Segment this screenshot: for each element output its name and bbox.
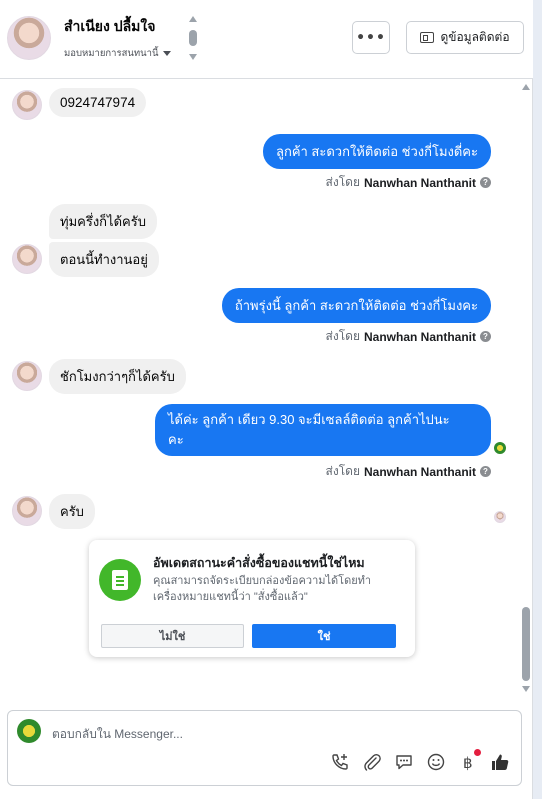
like-icon[interactable] (489, 751, 511, 773)
reply-composer[interactable]: ตอบกลับใน Messenger... ฿ (7, 710, 522, 786)
conversation-panel: สำเนียง ปลื้มใจ มอบหมายการสนทนานี้ ••• ด… (0, 0, 533, 799)
assign-conversation-dropdown[interactable]: มอบหมายการสนทนานี้ (64, 46, 171, 61)
contact-name[interactable]: สำเนียง ปลื้มใจ (64, 16, 155, 38)
header-mini-scrollbar[interactable] (188, 16, 198, 62)
message-line: คะ (168, 432, 184, 447)
message-bubble-incoming[interactable]: 0924747974 (49, 88, 147, 117)
receipt-icon (99, 559, 141, 601)
sent-by-prefix: ส่งโดย (325, 175, 360, 189)
scroll-thumb (189, 30, 197, 46)
message-bubble-incoming[interactable]: ครับ (49, 494, 95, 529)
assign-label: มอบหมายการสนทนานี้ (64, 48, 159, 59)
scroll-up-icon[interactable] (522, 84, 530, 90)
page-avatar (17, 719, 41, 743)
notification-dot (474, 749, 481, 756)
sender-name[interactable]: Nanwhan Nanthanit (364, 176, 476, 190)
help-icon[interactable]: ? (480, 331, 491, 342)
contact-avatar-small[interactable] (12, 361, 42, 391)
view-contact-info-label: ดูข้อมูลติดต่อ (440, 30, 510, 44)
message-bubble-incoming[interactable]: ทุ่มครึ่งก็ได้ครับ (49, 204, 157, 239)
contact-avatar[interactable] (7, 16, 51, 60)
reply-input[interactable]: ตอบกลับใน Messenger... (52, 725, 183, 744)
scroll-down-icon (189, 54, 197, 60)
page-seen-indicator (494, 442, 506, 454)
yes-button[interactable]: ใช่ (252, 624, 396, 648)
sent-by-label: ส่งโดย Nanwhan Nanthanit ? (326, 327, 491, 346)
message-bubble-outgoing[interactable]: ลูกค้า สะดวกให้ติดต่อ ช่วงกี่โมงดี่คะ (262, 134, 491, 169)
contact-card-icon (420, 32, 435, 43)
contact-avatar-small[interactable] (12, 90, 42, 120)
attachment-icon[interactable] (361, 751, 383, 773)
sent-by-label: ส่งโดย Nanwhan Nanthanit ? (326, 462, 491, 481)
sent-by-prefix: ส่งโดย (325, 329, 360, 343)
sent-by-label: ส่งโดย Nanwhan Nanthanit ? (326, 173, 491, 192)
prompt-title: อัพเดตสถานะคำสั่งซื้อของแชทนี้ใช่ไหม (153, 556, 365, 570)
message-bubble-incoming[interactable]: ตอนนี้ทำงานอยู่ (49, 242, 159, 277)
scroll-down-icon[interactable] (522, 686, 530, 692)
help-icon[interactable]: ? (480, 177, 491, 188)
payment-icon[interactable]: ฿ (457, 749, 481, 773)
saved-replies-icon[interactable] (393, 751, 415, 773)
message-bubble-outgoing[interactable]: ถ้าพรุ่งนี้ ลูกค้า สะดวกให้ติดต่อ ช่วงกี… (221, 288, 491, 323)
svg-text:฿: ฿ (463, 754, 473, 772)
conversation-header: สำเนียง ปลื้มใจ มอบหมายการสนทนานี้ ••• ด… (0, 0, 533, 79)
order-status-prompt: อัพเดตสถานะคำสั่งซื้อของแชทนี้ใช่ไหม คุณ… (89, 540, 415, 657)
help-icon[interactable]: ? (480, 466, 491, 477)
caret-down-icon (162, 51, 171, 56)
prompt-body: คุณสามารถจัดระเบียบกล่องข้อความได้โดยทำเ… (153, 575, 372, 603)
scroll-up-icon (189, 16, 197, 22)
sender-name[interactable]: Nanwhan Nanthanit (364, 465, 476, 479)
message-bubble-outgoing[interactable]: ได้ค่ะ ลูกค้า เดียว 9.30 จะมีเซลล์ติดต่อ… (155, 404, 491, 456)
message-bubble-incoming[interactable]: ชักโมงกว่าๆก็ได้ครับ (49, 359, 186, 394)
more-options-button[interactable]: ••• (352, 21, 390, 54)
no-button[interactable]: ไม่ใช่ (101, 624, 244, 648)
composer-toolbar: ฿ (329, 749, 511, 773)
contact-avatar-small[interactable] (12, 244, 42, 274)
view-contact-info-button[interactable]: ดูข้อมูลติดต่อ (406, 21, 524, 54)
contact-seen-indicator (494, 511, 506, 523)
scroll-thumb[interactable] (522, 607, 530, 681)
message-line: ได้ค่ะ ลูกค้า เดียว 9.30 จะมีเซลล์ติดต่อ… (168, 412, 450, 427)
call-add-icon[interactable] (329, 751, 351, 773)
sent-by-prefix: ส่งโดย (325, 464, 360, 478)
thread-scrollbar[interactable] (519, 80, 533, 700)
sender-name[interactable]: Nanwhan Nanthanit (364, 330, 476, 344)
contact-avatar-small[interactable] (12, 496, 42, 526)
emoji-icon[interactable] (425, 751, 447, 773)
